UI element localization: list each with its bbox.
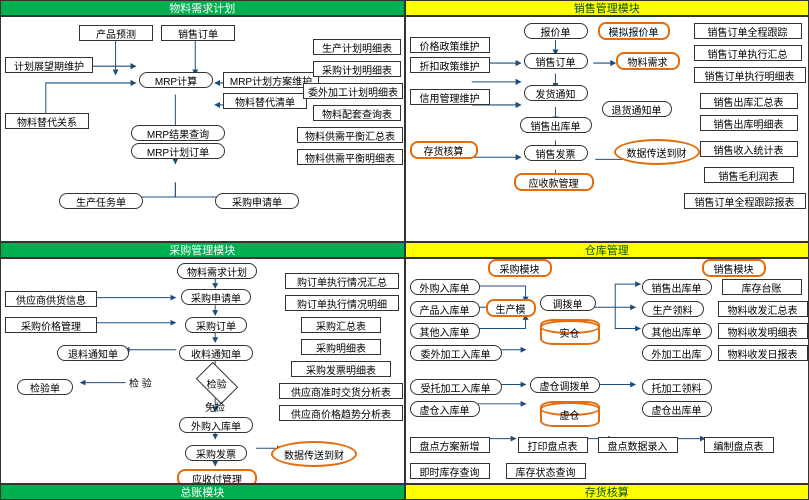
node-virtual-out: 虚仓出库单 [642, 401, 712, 417]
node-mrp-calc: MRP计算 [139, 72, 213, 88]
rep-txn-daily: 物料收发日报表 [718, 345, 808, 361]
node-receivable: 应收款管理 [514, 173, 594, 191]
node-outsource-in: 委外加工入库单 [410, 345, 502, 361]
node-virt-transfer: 虚仓调拨单 [530, 377, 600, 393]
node-virtual-in: 虚仓入库单 [410, 401, 480, 417]
node-purchase-in-wh: 外购入库单 [410, 279, 480, 295]
node-prod-in: 产品入库单 [410, 301, 480, 317]
node-virt-wh: 虚仓 [540, 401, 600, 427]
node-supplier-info: 供应商供货信息 [5, 291, 97, 307]
rep-purchase-sum: 采购汇总表 [301, 317, 381, 333]
header-q2: 销售管理模块 [405, 0, 809, 16]
node-sim-quote: 模拟报价单 [598, 22, 670, 40]
node-price-policy: 价格政策维护 [410, 37, 490, 53]
node-return-notice: 退料通知单 [57, 345, 129, 361]
node-inv-cost: 存货核算 [410, 141, 478, 159]
node-mat-sub-close: 物料替代清单 [223, 93, 307, 109]
node-consign-in: 受托加工入库单 [410, 379, 502, 395]
rep-supplier-deliv: 供应商准时交货分析表 [279, 383, 403, 399]
header-q3: 采购管理模块 [0, 242, 405, 258]
rep-po-exec-det: 购订单执行情况明细 [285, 295, 399, 311]
node-product-forecast: 产品预测 [79, 25, 153, 41]
node-inspect-sheet: 检验单 [17, 379, 73, 395]
node-transfer: 调拨单 [540, 295, 596, 311]
rep-order-exec-det: 销售订单执行明细表 [694, 67, 806, 83]
pane-sales: 价格政策维护 折扣政策维护 信用管理维护 存货核算 报价单 模拟报价单 销售订单… [405, 16, 809, 242]
rep-gross-margin: 销售毛利润表 [704, 167, 794, 183]
header-q1: 物料需求计划 [0, 0, 405, 16]
hdr-sales-mod: 销售模块 [702, 259, 766, 277]
rep-txn-sum: 物料收发汇总表 [718, 301, 808, 317]
node-mat-demand: 物料需求 [616, 52, 680, 70]
rep-income-stat: 销售收入统计表 [700, 141, 798, 157]
node-prod-plan-detail: 生产计划明细表 [313, 39, 401, 55]
rep-txn-detail: 物料收发明细表 [718, 323, 808, 339]
rep-po-invoice-det: 采购发票明细表 [291, 361, 391, 377]
pane-purchase: 供应商供货信息 采购价格管理 退料通知单 检验单 物料需求计划 采购申请单 采购… [0, 258, 405, 484]
node-real-wh: 实仓 [540, 319, 600, 345]
node-sales-out: 销售出库单 [520, 117, 592, 133]
node-sales-out-wh: 销售出库单 [642, 279, 712, 295]
rep-out-detail: 销售出库明细表 [700, 115, 798, 131]
node-plan-query: 即时库存查询 [410, 463, 490, 479]
node-compile-plan: 编制盘点表 [704, 437, 774, 453]
node-purchase-plan-detail: 采购计划明细表 [313, 61, 401, 77]
node-sales-invoice: 销售发票 [524, 145, 588, 161]
node-mat-sub-rel: 物料替代关系 [5, 113, 89, 129]
node-quote: 报价单 [524, 23, 588, 39]
node-purchase-req-2: 采购申请单 [181, 289, 251, 305]
label-no-inspect: 免检 [205, 399, 225, 414]
node-purchase-order: 采购订单 [185, 317, 247, 333]
rep-po-exec-sum: 购订单执行情况汇总 [285, 273, 399, 289]
rep-purchase-det: 采购明细表 [301, 339, 381, 355]
node-other-out: 其他出库单 [642, 323, 712, 339]
header-q4: 仓库管理 [405, 242, 809, 258]
node-mat-demand-plan: 物料需求计划 [177, 263, 257, 279]
node-supply-balance-detail: 物料供需平衡明细表 [297, 149, 403, 165]
node-receipt-notice: 收料通知单 [179, 345, 253, 361]
node-plan-horizon: 计划展望期维护 [5, 57, 93, 73]
node-return-notice: 退货通知单 [602, 101, 672, 117]
node-purchase-in: 外购入库单 [179, 417, 253, 433]
node-other-in: 其他入库单 [410, 323, 480, 339]
rep-out-sum: 销售出库汇总表 [700, 93, 798, 109]
rep-order-exec-sum: 销售订单执行汇总 [694, 45, 802, 61]
footer-b2: 存货核算 [405, 484, 809, 500]
label-inspect-arm: 检 验 [129, 375, 152, 390]
node-mrp-result-query: MRP结果查询 [131, 125, 225, 141]
node-delivery-notice: 发货通知 [524, 85, 588, 101]
node-mrp-plan-order: MRP计划订单 [131, 143, 225, 159]
node-sales-order: 销售订单 [524, 53, 588, 69]
rep-order-track: 销售订单全程跟踪 [694, 23, 802, 39]
node-prod-task: 生产任务单 [59, 193, 143, 209]
node-credit-mgmt: 信用管理维护 [410, 89, 490, 105]
pane-warehouse: 采购模块 销售模块 外购入库单 产品入库单 生产模 其他入库单 委外加工入库单 … [405, 258, 809, 484]
hdr-prod-mod: 生产模 [486, 299, 536, 317]
node-data-entry: 盘点数据录入 [598, 437, 678, 453]
rep-supplier-price: 供应商价格趋势分析表 [279, 405, 403, 421]
rep-order-track-rpt: 销售订单全程跟踪报表 [684, 193, 806, 209]
pane-mrp: 产品预测 销售订单 计划展望期维护 MRP计算 MRP计划方案维护 物料替代清单… [0, 16, 405, 242]
node-sales-order: 销售订单 [161, 25, 235, 41]
node-outsource-out: 外加工出库 [642, 345, 712, 361]
node-to-finance-sales: 数据传送到财 [614, 139, 700, 165]
node-stock-status: 库存状态查询 [506, 463, 586, 479]
node-consign-issue: 托加工领料 [642, 379, 712, 395]
node-prod-issue: 生产领料 [642, 301, 704, 317]
node-plan-new: 盘点方案新增 [410, 437, 490, 453]
node-print-plan: 打印盘点表 [518, 437, 588, 453]
node-outsource-plan-detail: 委外加工计划明细表 [303, 83, 403, 99]
hdr-purchase-mod: 采购模块 [488, 259, 552, 277]
node-to-finance-purchase: 数据传送到财 [271, 441, 357, 467]
node-mat-set-close: 物料配套查询表 [313, 105, 401, 121]
node-supply-balance-sum: 物料供需平衡汇总表 [297, 127, 403, 143]
footer-b1: 总账模块 [0, 484, 405, 500]
node-payable-mgmt: 应收付管理 [177, 469, 257, 484]
node-discount-policy: 折扣政策维护 [410, 57, 490, 73]
rep-stock-ledger: 库存台账 [722, 279, 802, 295]
node-purchase-invoice: 采购发票 [185, 445, 247, 461]
node-purchase-price: 采购价格管理 [5, 317, 97, 333]
node-purchase-req: 采购申请单 [215, 193, 299, 209]
